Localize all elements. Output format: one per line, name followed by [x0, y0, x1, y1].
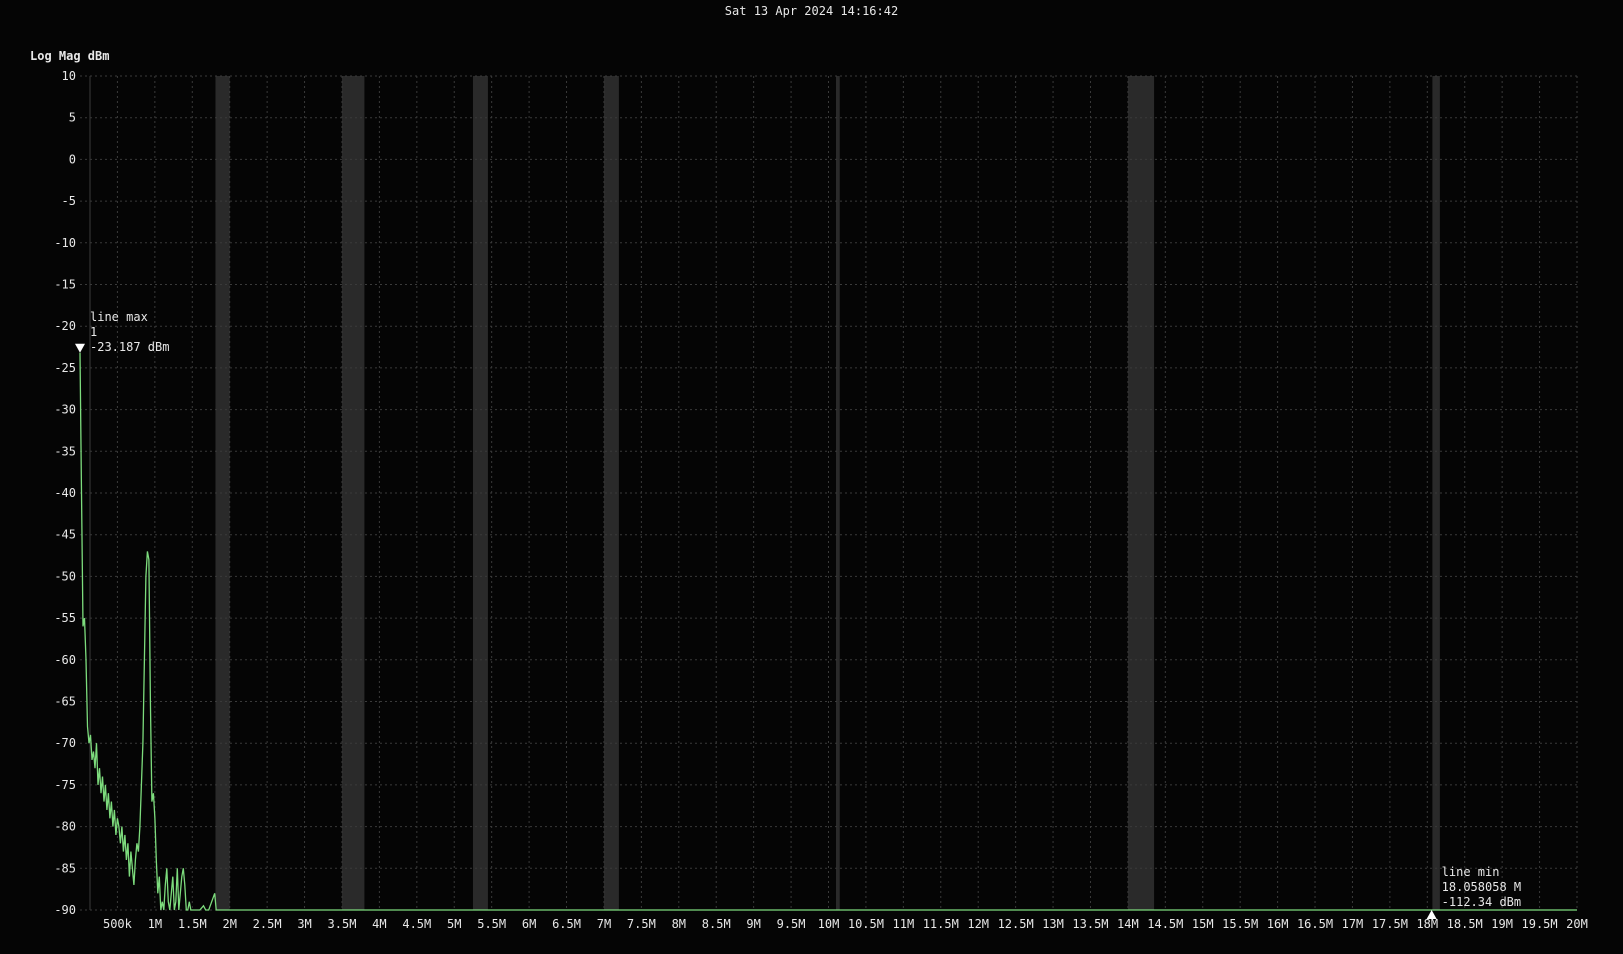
axes: 10 5 0 -5 -10 -15 -20 -25 -30 -35 -40 -45 -50 -55 -60 -…	[30, 49, 1588, 931]
x-tick-label: 4.5M	[402, 917, 431, 931]
y-tick-label: -15	[54, 278, 76, 292]
grid	[80, 75, 1578, 911]
y-tick-label: -55	[54, 611, 76, 625]
markers: line max1-23.187 dBm line min18.058058 M-…	[75, 310, 1521, 919]
x-tick-label: 3M	[297, 917, 311, 931]
x-tick-label: 8.5M	[702, 917, 731, 931]
x-tick-label: 10M	[818, 917, 840, 931]
x-tick-label: 11.5M	[923, 917, 959, 931]
spectrum-chart[interactable]: 10 5 0 -5 -10 -15 -20 -25 -30 -35 -40 -45 -50 -55 -60 -…	[0, 0, 1623, 954]
x-tick-label: 18.5M	[1447, 917, 1483, 931]
x-tick-label: 500k	[103, 917, 133, 931]
x-tick-label: 9.5M	[777, 917, 806, 931]
y-tick-label: -20	[54, 319, 76, 333]
x-tick-label: 13M	[1042, 917, 1064, 931]
x-tick-label: 10.5M	[848, 917, 884, 931]
x-tick-label: 17.5M	[1372, 917, 1408, 931]
x-tick-label: 2.5M	[253, 917, 282, 931]
x-tick-label: 19M	[1491, 917, 1513, 931]
x-tick-label: 11M	[893, 917, 915, 931]
x-tick-label: 6M	[522, 917, 536, 931]
marker-label: 1	[90, 325, 97, 339]
x-tick-label: 5M	[447, 917, 461, 931]
x-tick-label: 9M	[746, 917, 760, 931]
y-tick-label: -70	[54, 736, 76, 750]
marker-triangle-icon	[75, 343, 86, 353]
x-tick-label: 7.5M	[627, 917, 656, 931]
y-tick-label: -60	[54, 653, 76, 667]
x-tick-label: 4M	[372, 917, 386, 931]
marker-triangle-icon	[1426, 910, 1437, 919]
y-tick-label: -30	[54, 403, 76, 417]
band-0	[215, 76, 230, 910]
x-tick-label: 8M	[672, 917, 686, 931]
y-tick-label: -35	[54, 444, 76, 458]
x-tick-label: 19.5M	[1522, 917, 1558, 931]
y-tick-label: -10	[54, 236, 76, 250]
x-tick-label: 15M	[1192, 917, 1214, 931]
y-tick-label: -65	[54, 695, 76, 709]
x-tick-label: 3.5M	[328, 917, 357, 931]
y-axis-title: Log Mag dBm	[30, 49, 109, 63]
y-tick-label: 10	[62, 69, 76, 83]
x-tick-label: 17M	[1342, 917, 1364, 931]
marker-label: 18.058058 M	[1442, 880, 1521, 894]
x-tick-label: 14.5M	[1147, 917, 1183, 931]
x-tick-label: 12.5M	[998, 917, 1034, 931]
y-tick-label: -25	[54, 361, 76, 375]
x-tick-label: 1.5M	[178, 917, 207, 931]
marker-label: line min	[1442, 865, 1500, 879]
marker-label: -23.187 dBm	[90, 340, 169, 354]
x-tick-label: 15.5M	[1222, 917, 1258, 931]
y-tick-label: -90	[54, 903, 76, 917]
x-tick-label: 16.5M	[1297, 917, 1333, 931]
y-tick-label: -80	[54, 820, 76, 834]
x-tick-label: 14M	[1117, 917, 1139, 931]
x-tick-label: 7M	[597, 917, 611, 931]
spectrum-analyzer-window: Sat 13 Apr 2024 14:16:42 10 5 0 -5 -10 -15 -20…	[0, 0, 1623, 954]
x-tick-label: 2M	[222, 917, 236, 931]
y-tick-label: -40	[54, 486, 76, 500]
y-tick-label: -50	[54, 569, 76, 583]
x-tick-label: 5.5M	[477, 917, 506, 931]
y-tick-label: -75	[54, 778, 76, 792]
x-tick-label: 18M	[1416, 917, 1438, 931]
x-tick-label: 16M	[1267, 917, 1289, 931]
x-tick-label: 1M	[148, 917, 162, 931]
x-tick-label: 6.5M	[552, 917, 581, 931]
marker-line-min[interactable]: line min18.058058 M-112.34 dBm	[1426, 865, 1521, 919]
y-tick-label: 0	[69, 152, 76, 166]
y-tick-label: -85	[54, 861, 76, 875]
x-tick-label: 20M	[1566, 917, 1588, 931]
y-tick-label: -45	[54, 528, 76, 542]
marker-label: line max	[90, 310, 148, 324]
marker-label: -112.34 dBm	[1442, 895, 1521, 909]
y-tick-label: 5	[69, 111, 76, 125]
x-tick-label: 13.5M	[1072, 917, 1108, 931]
x-tick-label: 12M	[967, 917, 989, 931]
y-tick-label: -5	[62, 194, 76, 208]
